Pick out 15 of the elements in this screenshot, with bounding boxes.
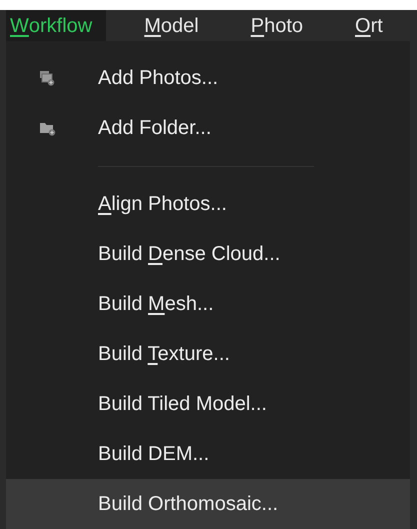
menu-item[interactable]: Add Photos... <box>6 53 410 103</box>
menu-bar-item[interactable]: Workflow <box>6 10 106 41</box>
menu-bar-item[interactable]: Model <box>106 10 213 41</box>
menu-item[interactable]: Build Texture... <box>6 329 410 379</box>
menu-item[interactable]: Align Photos... <box>6 179 410 229</box>
menu-item[interactable]: Build Tiled Model... <box>6 379 410 429</box>
add-folder-icon <box>38 120 56 136</box>
menu-bar-item[interactable]: Ort <box>317 10 397 41</box>
menu-item[interactable]: Build Orthomosaic... <box>6 479 410 529</box>
menu-item[interactable]: Build Mesh... <box>6 279 410 329</box>
photos-icon <box>39 70 55 86</box>
menu-bar-item[interactable]: Photo <box>212 10 318 41</box>
menu-item[interactable]: Add Folder... <box>6 103 410 153</box>
menu-item[interactable]: Build Dense Cloud... <box>6 229 410 279</box>
menu-item[interactable]: Build DEM... <box>6 429 410 479</box>
